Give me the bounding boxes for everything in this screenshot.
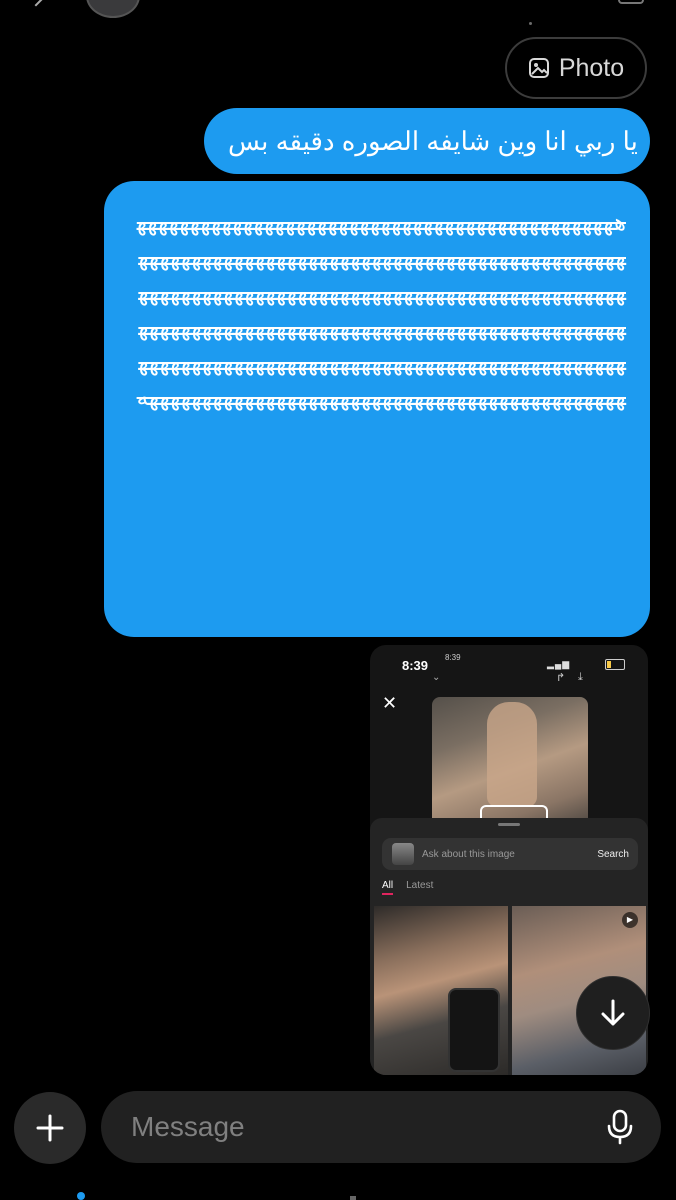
plus-icon — [36, 1114, 64, 1142]
play-icon: ▶ — [622, 912, 638, 928]
download-icon: ⤓ — [578, 671, 583, 683]
close-icon: ✕ — [382, 693, 398, 713]
message-bubble[interactable]: هههههههههههههههههههههههههههههههههههههههه… — [104, 181, 650, 637]
chevron-down-icon: ⌄ — [432, 672, 441, 683]
message-input[interactable] — [129, 1110, 605, 1144]
result-thumbnail — [374, 906, 508, 1075]
message-field[interactable] — [101, 1091, 661, 1163]
info-icon[interactable] — [618, 0, 644, 4]
share-icon: ↱ — [556, 672, 566, 684]
scroll-to-bottom-button[interactable] — [576, 976, 650, 1050]
sheet-handle — [498, 823, 520, 826]
preview-image — [432, 697, 588, 827]
status-time: 8:39 — [402, 658, 429, 673]
nav-mark — [350, 1196, 356, 1200]
tab-latest: Latest — [406, 880, 434, 891]
avatar[interactable] — [86, 0, 140, 18]
status-time-small: 8:39 — [445, 653, 461, 662]
photo-label: Photo — [558, 53, 625, 82]
microphone-icon[interactable] — [605, 1109, 635, 1145]
search-label: Search — [597, 848, 629, 860]
indicator-dot — [529, 22, 532, 25]
image-icon — [528, 58, 549, 78]
photo-attachment-pill[interactable]: Photo — [505, 37, 647, 99]
ask-placeholder: Ask about this image — [422, 848, 515, 860]
tab-indicator-dot — [77, 1192, 85, 1200]
ask-thumbnail — [392, 843, 414, 865]
battery-icon — [605, 659, 625, 670]
arrow-down-icon — [601, 999, 625, 1026]
back-arrow-icon[interactable] — [27, 0, 45, 7]
tab-all: All — [382, 880, 394, 895]
signal-icon: ▂▄▆ — [547, 659, 571, 669]
tab-bar: All Latest — [382, 880, 433, 895]
message-bubble[interactable]: يا ربي انا وين شايفه الصوره دقيقه بس — [204, 108, 650, 174]
ask-bar: Ask about this image Search — [382, 838, 638, 870]
add-attachment-button[interactable] — [14, 1092, 86, 1164]
message-text: يا ربي انا وين شايفه الصوره دقيقه بس — [228, 125, 638, 156]
message-text: هههههههههههههههههههههههههههههههههههههههه… — [136, 209, 626, 410]
